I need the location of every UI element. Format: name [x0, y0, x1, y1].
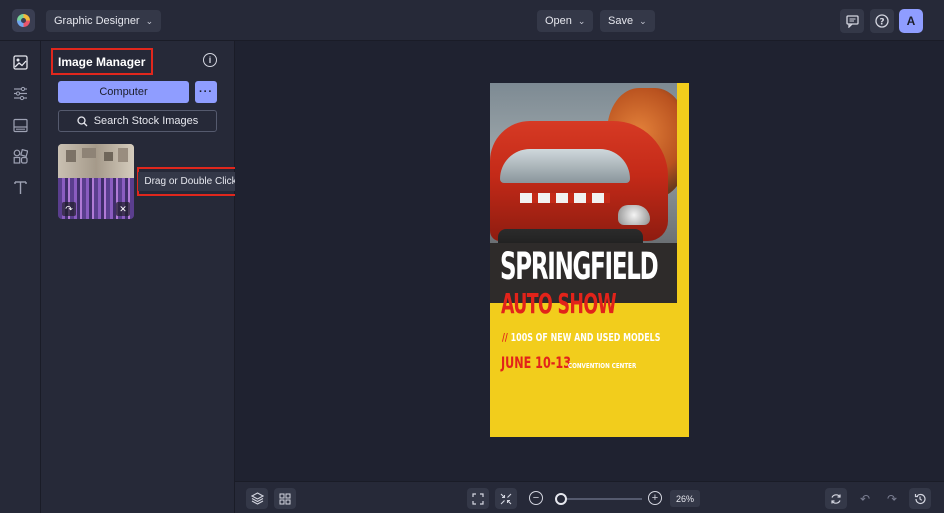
zoom-out-icon[interactable]: −	[529, 491, 543, 505]
layout-icon[interactable]	[12, 117, 29, 134]
zoom-slider-handle[interactable]	[555, 493, 568, 505]
left-rail	[0, 41, 41, 513]
comment-icon[interactable]	[840, 9, 864, 33]
panel-title: Image Manager	[51, 48, 153, 75]
open-dropdown[interactable]: Open ⌄	[537, 10, 594, 32]
search-stock-images-label: Search Stock Images	[93, 115, 199, 127]
image-icon[interactable]	[12, 54, 29, 71]
zoom-in-icon[interactable]: +	[648, 491, 662, 505]
design-canvas[interactable]: SPRINGFIELD AUTO SHOW //100S OF NEW AND …	[490, 83, 689, 437]
info-icon[interactable]: i	[203, 53, 217, 67]
app-logo-icon[interactable]	[12, 9, 35, 32]
sync-icon[interactable]	[825, 488, 847, 509]
image-manager-panel: Image Manager i Computer ··· Search Stoc…	[41, 41, 244, 513]
top-bar: Graphic Designer ⌄ Open ⌄ Save ⌄ ? A	[0, 0, 944, 41]
bottom-toolbar: − + 26% ↶ ↷	[235, 481, 944, 513]
computer-upload-button[interactable]: Computer	[58, 81, 189, 103]
chevron-down-icon: ⌄	[639, 15, 647, 26]
open-label: Open	[545, 15, 572, 27]
app-mode-label: Graphic Designer	[54, 15, 140, 27]
poster-tagline-text: 100S OF NEW AND USED MODELS	[510, 331, 661, 344]
grid-icon[interactable]	[274, 488, 296, 509]
poster-tagline[interactable]: //100S OF NEW AND USED MODELS	[502, 331, 660, 344]
image-thumbnail[interactable]: ↷ ✕	[58, 144, 134, 219]
app-mode-dropdown[interactable]: Graphic Designer ⌄	[46, 10, 162, 32]
zoom-slider[interactable]	[557, 498, 642, 500]
poster-venue[interactable]: CONVENTION CENTER	[568, 362, 636, 370]
svg-text:?: ?	[879, 18, 884, 28]
avatar[interactable]: A	[899, 9, 923, 33]
replace-image-icon[interactable]: ↷	[62, 202, 76, 216]
undo-icon[interactable]: ↶	[855, 488, 875, 509]
more-options-button[interactable]: ···	[195, 81, 217, 103]
text-icon[interactable]	[12, 179, 29, 196]
shapes-icon[interactable]	[12, 148, 29, 165]
tooltip-text: Drag or Double Click	[138, 172, 243, 191]
sliders-icon[interactable]	[12, 85, 29, 102]
zoom-value[interactable]: 26%	[670, 490, 700, 507]
search-stock-images-button[interactable]: Search Stock Images	[58, 110, 217, 132]
redo-icon[interactable]: ↷	[882, 488, 902, 509]
poster-subtitle[interactable]: AUTO SHOW	[501, 289, 617, 319]
layers-icon[interactable]	[246, 488, 268, 509]
chevron-down-icon: ⌄	[577, 15, 586, 26]
poster-date[interactable]: JUNE 10-13	[501, 353, 571, 372]
poster-title[interactable]: SPRINGFIELD	[500, 247, 659, 287]
shrink-icon[interactable]	[495, 488, 517, 509]
history-icon[interactable]	[909, 488, 931, 509]
save-label: Save	[608, 15, 634, 27]
tooltip: Drag or Double Click	[137, 167, 244, 196]
fit-screen-icon[interactable]	[467, 488, 489, 509]
close-icon[interactable]: ✕	[116, 202, 130, 216]
poster-tagline-marker: //	[502, 331, 508, 344]
help-icon[interactable]: ?	[870, 9, 894, 33]
save-dropdown[interactable]: Save ⌄	[600, 10, 655, 32]
search-icon	[77, 115, 88, 126]
chevron-down-icon: ⌄	[145, 15, 154, 26]
